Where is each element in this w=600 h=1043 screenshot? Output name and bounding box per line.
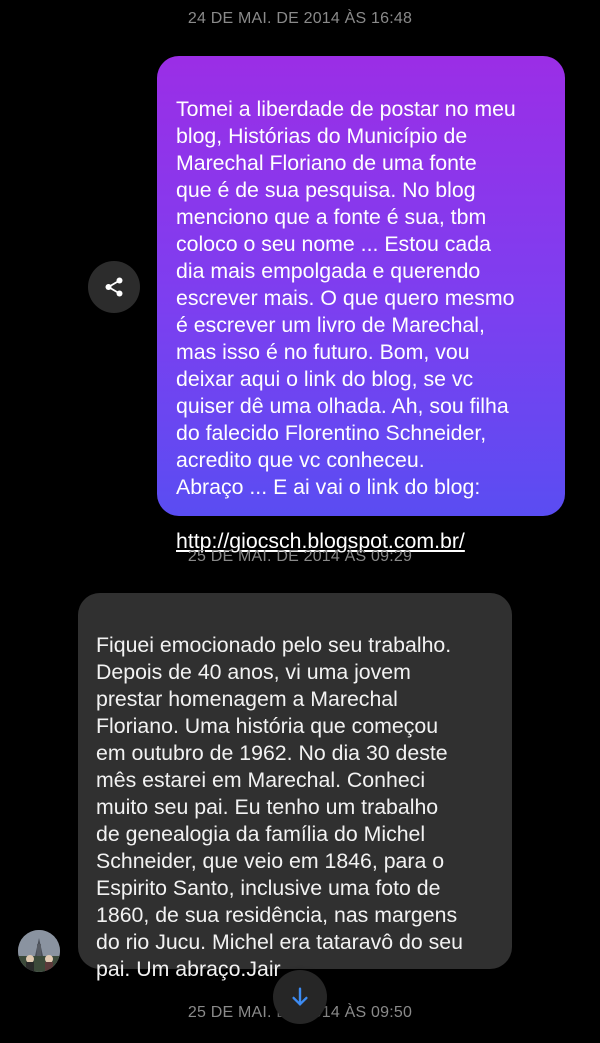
incoming-message-text: Fiquei emocionado pelo seu trabalho. Dep… xyxy=(96,633,463,981)
arrow-down-icon xyxy=(292,987,308,1006)
contact-avatar[interactable] xyxy=(18,930,60,972)
share-button[interactable] xyxy=(88,261,140,313)
incoming-message-bubble[interactable]: Fiquei emocionado pelo seu trabalho. Dep… xyxy=(78,593,512,981)
timestamp-first: 24 DE MAI. DE 2014 ÀS 16:48 xyxy=(187,10,413,27)
timestamp-second: 25 DE MAI. DE 2014 ÀS 09:29 xyxy=(187,548,413,565)
outgoing-message-text: Tomei a liberdade de postar no meu blog,… xyxy=(176,97,516,499)
share-icon xyxy=(105,277,123,297)
avatar-photo-icon xyxy=(18,930,60,972)
outgoing-message-bubble[interactable]: Tomei a liberdade de postar no meu blog,… xyxy=(157,56,565,553)
scroll-to-bottom-button[interactable] xyxy=(273,970,327,1024)
